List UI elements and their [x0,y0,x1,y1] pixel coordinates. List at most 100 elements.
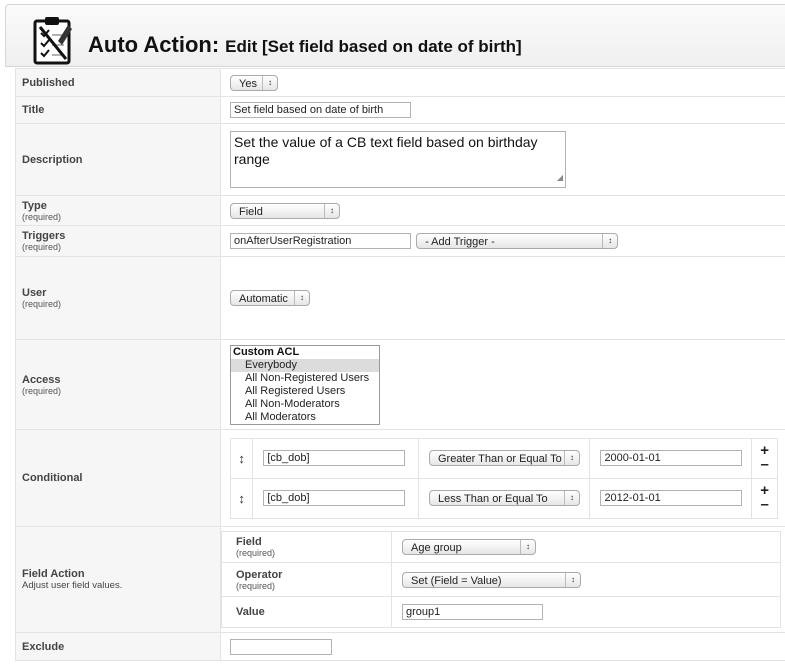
description-text: Set the value of a CB text field based o… [234,134,538,167]
cond-field-input[interactable]: [cb_dob] [263,490,406,506]
user-select[interactable]: Automatic ↕ [230,290,310,306]
select-arrow-icon: ↕ [520,540,535,554]
conditional-value-cell: ↕ [cb_dob] Greater Than or Equal To ↕ 200… [220,429,785,527]
exclude-value-cell [220,632,785,661]
minus-icon[interactable]: – [752,497,777,512]
page-title: Auto Action: Edit [Set field based on dat… [88,32,522,58]
cond-operator-select[interactable]: Less Than or Equal To ↕ [428,490,580,506]
add-trigger-select[interactable]: - Add Trigger - ↕ [416,233,619,249]
cond-value-input[interactable]: 2012-01-01 [600,490,743,506]
description-value-cell: Set the value of a CB text field based o… [220,123,785,196]
cond-operator-value: Less Than or Equal To [437,493,548,505]
cond-value-input[interactable]: 2000-01-01 [600,450,743,466]
cond-operator-cell: Greater Than or Equal To ↕ [417,437,591,479]
cond-operator-select[interactable]: Greater Than or Equal To ↕ [428,450,580,466]
fa-field-label: Field [236,536,262,548]
access-listbox[interactable]: Custom ACL Everybody All Non-Registered … [230,344,380,425]
description-label-cell: Description [15,123,221,196]
published-value-cell: Yes ↕ [220,68,785,97]
access-label: Access [22,373,61,386]
row-user: User (required) Automatic ↕ [15,256,785,340]
select-arrow-icon: ↕ [294,291,309,305]
published-label: Published [22,76,75,89]
cond-field-cell: [cb_dob] [252,477,419,519]
page-title-sub: Edit [Set field based on date of birth] [225,37,522,56]
fa-value-label: Value [236,606,265,618]
edit-form: Published Yes ↕ Title Set field based on … [15,68,785,661]
exclude-label: Exclude [22,640,65,653]
row-title: Title Set field based on date of birth [15,96,785,124]
fa-operator-label-cell: Operator (required) [221,562,392,597]
page-title-main: Auto Action: [88,32,220,57]
select-arrow-icon: ↕ [563,491,579,505]
type-value-cell: Field ↕ [220,195,785,226]
row-triggers: Triggers (required) onAfterUserRegistrati… [15,225,785,257]
auto-action-edit-page: Auto Action: Edit [Set field based on dat… [0,0,785,666]
field-action-label-cell: Field Action Adjust user field values. [15,526,221,633]
access-option[interactable]: Everybody [231,358,379,372]
field-action-value-cell: Field (required) Age group ↕ Operator (requ… [220,526,785,633]
fa-value-value-cell: group1 [391,596,781,628]
title-label-cell: Title [15,96,221,124]
move-icon[interactable]: ↕ [229,437,254,479]
fa-operator-label: Operator [236,568,283,581]
required-note: (required) [22,242,62,252]
exclude-label-cell: Exclude [15,632,221,661]
published-select-value: Yes [239,77,257,90]
triggers-value-cell: onAfterUserRegistration - Add Trigger - ↕ [220,225,785,257]
fa-field-label-cell: Field (required) [221,531,392,563]
field-action-label: Field Action [22,568,85,580]
type-label-cell: Type (required) [15,195,221,226]
conditional-label-cell: Conditional [15,429,221,527]
description-textarea[interactable]: Set the value of a CB text field based o… [230,131,566,188]
cond-value-cell: 2000-01-01 [589,437,753,479]
resize-grip-icon[interactable]: ◢ [557,169,563,186]
conditional-table: ↕ [cb_dob] Greater Than or Equal To ↕ 200… [229,437,778,519]
triggers-label: Triggers [22,230,66,242]
required-note: (required) [236,548,276,558]
access-option[interactable]: All Registered Users [231,385,379,398]
select-arrow-icon: ↕ [563,451,579,465]
minus-icon[interactable]: – [752,457,777,472]
cond-operator-cell: Less Than or Equal To ↕ [417,477,591,519]
required-note: (required) [236,580,276,591]
conditional-label: Conditional [22,472,83,484]
access-group-label: Custom ACL [233,345,300,358]
fa-row-field: Field (required) Age group ↕ [221,531,781,563]
triggers-input[interactable]: onAfterUserRegistration [230,233,411,249]
published-select[interactable]: Yes ↕ [230,74,278,91]
fa-row-value: Value group1 [221,596,781,628]
fa-field-select[interactable]: Age group ↕ [402,539,536,555]
cond-value-cell: 2012-01-01 [589,477,753,519]
field-action-description: Adjust user field values. [22,580,123,591]
exclude-input[interactable] [230,638,332,655]
access-option[interactable]: All Moderators [231,411,379,424]
row-type: Type (required) Field ↕ [15,195,785,226]
access-option[interactable]: All Non-Registered Users [231,372,379,385]
required-note: (required) [22,211,62,222]
type-select[interactable]: Field ↕ [230,202,340,219]
move-icon[interactable]: ↕ [229,477,254,519]
fa-value-input[interactable]: group1 [402,604,543,620]
title-input[interactable]: Set field based on date of birth [230,102,411,118]
cond-field-cell: [cb_dob] [252,437,419,479]
fa-field-value-cell: Age group ↕ [391,531,781,563]
access-value-cell: Custom ACL Everybody All Non-Registered … [220,339,785,430]
fa-operator-select[interactable]: Set (Field = Value) ↕ [402,571,581,588]
title-value-cell: Set field based on date of birth [220,96,785,124]
cond-add-remove: + – [751,477,778,519]
access-option[interactable]: All Non-Moderators [231,398,379,411]
type-label: Type [22,199,47,212]
fa-operator-value-cell: Set (Field = Value) ↕ [391,562,781,597]
cond-add-remove: + – [751,437,778,479]
user-select-value: Automatic [239,293,288,305]
user-label: User [22,287,47,299]
page-header: Auto Action: Edit [Set field based on dat… [5,4,785,67]
access-label-cell: Access (required) [15,339,221,430]
select-arrow-icon: ↕ [262,75,277,90]
fa-value-label-cell: Value [221,596,392,628]
cond-operator-value: Greater Than or Equal To [437,453,562,465]
clipboard-checklist-icon [33,17,72,65]
row-published: Published Yes ↕ [15,68,785,97]
cond-field-input[interactable]: [cb_dob] [263,450,406,466]
